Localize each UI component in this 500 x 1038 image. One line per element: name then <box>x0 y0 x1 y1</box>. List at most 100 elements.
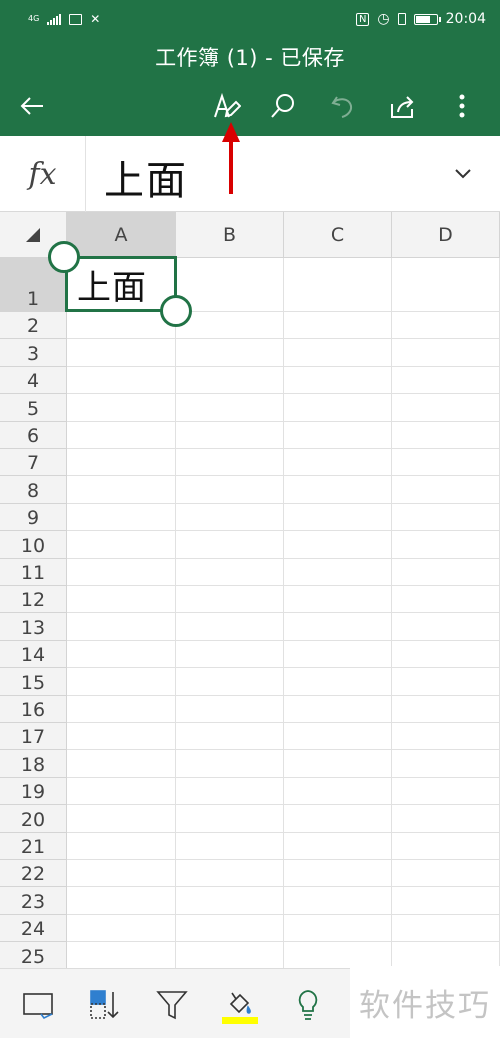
cell-d18[interactable] <box>392 750 500 778</box>
row-header-5[interactable]: 5 <box>0 394 67 422</box>
cell-d13[interactable] <box>392 613 500 641</box>
undo-icon[interactable] <box>325 88 361 124</box>
cell-c20[interactable] <box>284 805 392 833</box>
sort-icon[interactable] <box>84 985 124 1025</box>
cell-a9[interactable] <box>67 503 176 532</box>
cell-d11[interactable] <box>392 558 500 586</box>
cell-c5[interactable] <box>284 394 392 422</box>
row-header-22[interactable]: 22 <box>0 860 67 888</box>
share-icon[interactable] <box>384 88 420 124</box>
formula-input[interactable]: 上面 <box>104 148 188 206</box>
cell-a7[interactable] <box>67 449 176 477</box>
cell-b15[interactable] <box>176 668 284 696</box>
cell-c7[interactable] <box>284 449 392 477</box>
cell-d24[interactable] <box>392 914 500 943</box>
cell-c15[interactable] <box>284 668 392 696</box>
cell-a25[interactable] <box>67 942 176 968</box>
cell-a14[interactable] <box>67 640 176 669</box>
cell-c24[interactable] <box>284 914 392 943</box>
cell-a5[interactable] <box>67 394 176 422</box>
selection-handle-bottom-right[interactable] <box>160 295 192 327</box>
cell-c23[interactable] <box>284 887 392 915</box>
cell-d17[interactable] <box>392 723 500 751</box>
row-header-12[interactable]: 12 <box>0 586 67 614</box>
cell-a20[interactable] <box>67 805 176 833</box>
cell-a2[interactable] <box>67 312 176 340</box>
row-header-7[interactable]: 7 <box>0 449 67 477</box>
cell-a19[interactable] <box>67 777 176 806</box>
row-header-3[interactable]: 3 <box>0 339 67 367</box>
cell-a21[interactable] <box>67 832 176 860</box>
cell-c9[interactable] <box>284 503 392 532</box>
cell-c13[interactable] <box>284 613 392 641</box>
cell-c4[interactable] <box>284 366 392 395</box>
cell-b22[interactable] <box>176 860 284 888</box>
cell-b5[interactable] <box>176 394 284 422</box>
cell-c16[interactable] <box>284 695 392 723</box>
row-header-6[interactable]: 6 <box>0 421 67 449</box>
cell-d2[interactable] <box>392 312 500 340</box>
arrow-left-icon[interactable] <box>14 88 50 124</box>
row-header-17[interactable]: 17 <box>0 723 67 751</box>
cell-b11[interactable] <box>176 558 284 586</box>
row-header-23[interactable]: 23 <box>0 887 67 915</box>
cell-a8[interactable] <box>67 476 176 504</box>
cell-b25[interactable] <box>176 942 284 968</box>
cell-d23[interactable] <box>392 887 500 915</box>
cell-d25[interactable] <box>392 942 500 968</box>
cell-d3[interactable] <box>392 339 500 367</box>
cell-d9[interactable] <box>392 503 500 532</box>
cell-b6[interactable] <box>176 421 284 449</box>
cell-b16[interactable] <box>176 695 284 723</box>
row-header-20[interactable]: 20 <box>0 805 67 833</box>
cell-d7[interactable] <box>392 449 500 477</box>
search-icon[interactable] <box>265 88 301 124</box>
pen-icon[interactable] <box>208 88 244 124</box>
cell-c3[interactable] <box>284 339 392 367</box>
cell-d10[interactable] <box>392 531 500 559</box>
cell-b13[interactable] <box>176 613 284 641</box>
cell-a24[interactable] <box>67 914 176 943</box>
cell-a23[interactable] <box>67 887 176 915</box>
column-header-c[interactable]: C <box>284 212 392 258</box>
row-header-11[interactable]: 11 <box>0 558 67 586</box>
cell-d8[interactable] <box>392 476 500 504</box>
selection-handle-top-left[interactable] <box>48 241 80 273</box>
cell-c6[interactable] <box>284 421 392 449</box>
cell-d6[interactable] <box>392 421 500 449</box>
chevron-down-icon[interactable] <box>452 162 474 184</box>
cell-d16[interactable] <box>392 695 500 723</box>
cell-c22[interactable] <box>284 860 392 888</box>
cell-b4[interactable] <box>176 366 284 395</box>
cell-c25[interactable] <box>284 942 392 968</box>
row-header-10[interactable]: 10 <box>0 531 67 559</box>
cell-c21[interactable] <box>284 832 392 860</box>
cell-d19[interactable] <box>392 777 500 806</box>
cell-c12[interactable] <box>284 586 392 614</box>
cell-b18[interactable] <box>176 750 284 778</box>
document-title[interactable]: 工作簿 (1) - 已保存 <box>0 42 500 72</box>
cell-d15[interactable] <box>392 668 500 696</box>
cell-c17[interactable] <box>284 723 392 751</box>
tell-me-lightbulb-icon[interactable] <box>288 985 328 1025</box>
cell-b9[interactable] <box>176 503 284 532</box>
cell-b2[interactable] <box>176 312 284 340</box>
cell-b12[interactable] <box>176 586 284 614</box>
row-header-18[interactable]: 18 <box>0 750 67 778</box>
cell-a3[interactable] <box>67 339 176 367</box>
cell-d21[interactable] <box>392 832 500 860</box>
cell-b23[interactable] <box>176 887 284 915</box>
row-header-8[interactable]: 8 <box>0 476 67 504</box>
cell-a17[interactable] <box>67 723 176 751</box>
row-header-24[interactable]: 24 <box>0 914 67 943</box>
cell-d12[interactable] <box>392 586 500 614</box>
cell-d14[interactable] <box>392 640 500 669</box>
row-header-9[interactable]: 9 <box>0 503 67 532</box>
cell-a4[interactable] <box>67 366 176 395</box>
cell-b19[interactable] <box>176 777 284 806</box>
function-icon[interactable]: fx <box>0 136 86 212</box>
cell-a13[interactable] <box>67 613 176 641</box>
cell-c10[interactable] <box>284 531 392 559</box>
cell-b14[interactable] <box>176 640 284 669</box>
cell-c18[interactable] <box>284 750 392 778</box>
